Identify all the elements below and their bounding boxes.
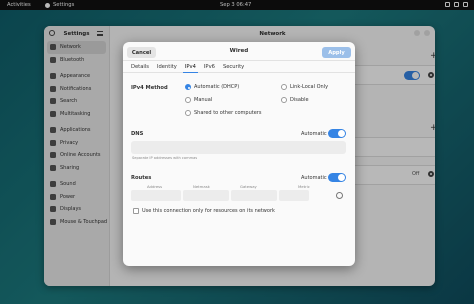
route-col-netmask: Netmask bbox=[193, 184, 210, 189]
route-col-address: Address bbox=[147, 184, 163, 189]
radio-dot-icon bbox=[185, 84, 191, 90]
dialog-title: Wired bbox=[229, 48, 249, 54]
method-automatic-radio[interactable]: Automatic (DHCP) bbox=[185, 84, 239, 90]
method-link-local-radio[interactable]: Link-Local Only bbox=[281, 84, 328, 90]
method-shared-radio[interactable]: Shared to other computers bbox=[185, 110, 261, 116]
tab-details[interactable]: Details bbox=[127, 61, 153, 73]
tab-ipv4[interactable]: IPv4 bbox=[181, 61, 200, 73]
method-disable-label: Disable bbox=[290, 97, 309, 103]
dns-input[interactable] bbox=[131, 141, 346, 154]
route-gateway-input[interactable] bbox=[231, 190, 277, 201]
tab-security[interactable]: Security bbox=[219, 61, 248, 73]
route-address-input[interactable] bbox=[131, 190, 181, 201]
route-metric-input[interactable] bbox=[279, 190, 309, 201]
routes-automatic-toggle[interactable] bbox=[328, 173, 346, 182]
only-resources-label: Use this connection only for resources o… bbox=[142, 208, 275, 214]
radio-dot-icon bbox=[185, 110, 191, 116]
method-disable-radio[interactable]: Disable bbox=[281, 97, 309, 103]
apply-button[interactable]: Apply bbox=[322, 47, 351, 58]
routes-automatic-label: Automatic bbox=[301, 175, 327, 181]
radio-dot-icon bbox=[281, 84, 287, 90]
ipv4-method-label: IPv4 Method bbox=[131, 85, 168, 91]
dialog-tabs: Details Identity IPv4 IPv6 Security bbox=[123, 61, 355, 73]
method-manual-label: Manual bbox=[194, 97, 213, 103]
radio-dot-icon bbox=[185, 97, 191, 103]
method-link-local-label: Link-Local Only bbox=[290, 84, 329, 90]
only-resources-checkbox[interactable]: Use this connection only for resources o… bbox=[133, 208, 275, 214]
dialog-header: Cancel Wired Apply bbox=[123, 42, 355, 61]
radio-dot-icon bbox=[281, 97, 287, 103]
wired-dialog: Cancel Wired Apply Details Identity IPv4 IP… bbox=[123, 42, 355, 266]
route-col-gateway: Gateway bbox=[240, 184, 257, 189]
remove-route-icon[interactable] bbox=[336, 192, 343, 199]
dns-hint: Separate IP addresses with commas bbox=[132, 156, 198, 160]
route-netmask-input[interactable] bbox=[183, 190, 229, 201]
dns-automatic-label: Automatic bbox=[301, 131, 327, 137]
dns-label: DNS bbox=[131, 131, 144, 137]
dns-automatic-toggle[interactable] bbox=[328, 129, 346, 138]
routes-label: Routes bbox=[131, 175, 152, 181]
method-shared-label: Shared to other computers bbox=[194, 110, 262, 116]
method-manual-radio[interactable]: Manual bbox=[185, 97, 212, 103]
route-col-metric: Metric bbox=[298, 184, 310, 189]
tab-ipv6[interactable]: IPv6 bbox=[200, 61, 219, 73]
checkbox-icon bbox=[133, 208, 139, 214]
method-automatic-label: Automatic (DHCP) bbox=[194, 84, 240, 90]
tab-identity[interactable]: Identity bbox=[153, 61, 181, 73]
